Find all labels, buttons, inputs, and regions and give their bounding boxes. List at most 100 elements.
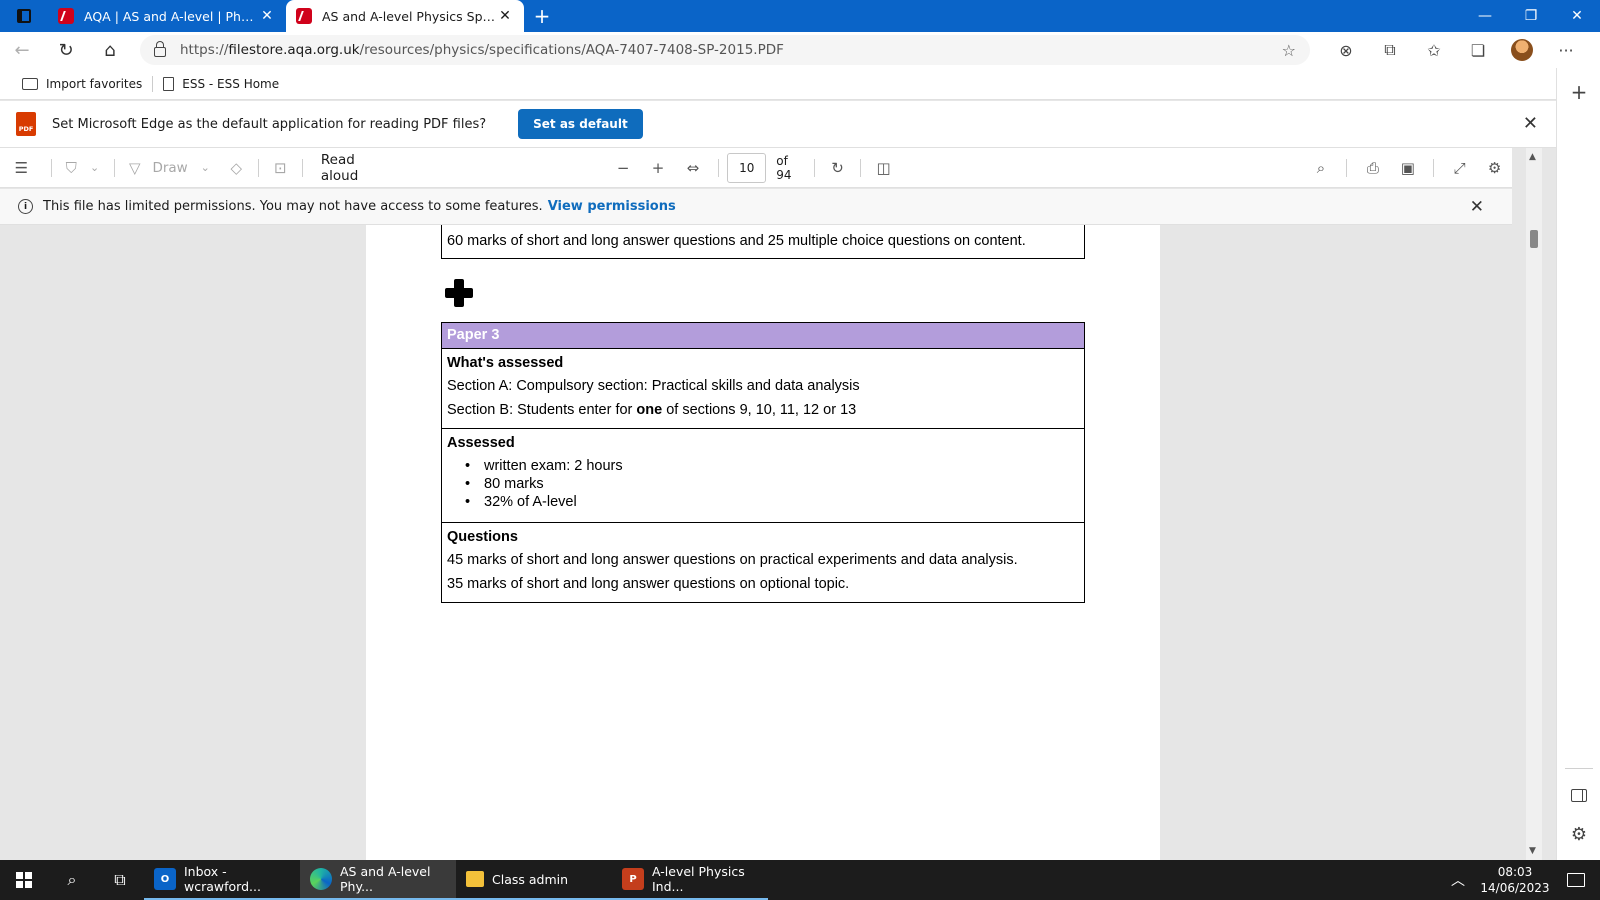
list-item: • written exam: 2 hours bbox=[465, 458, 623, 474]
refresh-button[interactable]: ↻ bbox=[44, 32, 88, 68]
chevron-down-icon: ⌄ bbox=[89, 161, 100, 174]
tab-close-icon[interactable]: ✕ bbox=[496, 8, 514, 24]
zoom-out-button[interactable]: − bbox=[606, 148, 641, 188]
back-button[interactable]: ← bbox=[0, 32, 44, 68]
read-aloud-button[interactable]: Read aloud bbox=[321, 152, 394, 184]
add-favorite-icon[interactable]: ☆ bbox=[1282, 41, 1296, 60]
save-icon: ▣ bbox=[1400, 158, 1415, 177]
minimize-button[interactable]: — bbox=[1462, 0, 1508, 32]
banner-close-icon[interactable]: ✕ bbox=[1523, 113, 1538, 134]
task-view-button[interactable]: ⧉ bbox=[96, 860, 144, 900]
save-button[interactable]: ▣ bbox=[1390, 148, 1425, 188]
set-as-default-button[interactable]: Set as default bbox=[518, 109, 643, 139]
section-b-line: Section B: Students enter for one of sec… bbox=[447, 402, 857, 418]
taskbar-app-label: Class admin bbox=[492, 871, 569, 887]
draw-label[interactable]: Draw bbox=[152, 160, 187, 176]
collections-icon[interactable]: ❏ bbox=[1456, 41, 1500, 60]
favorite-import[interactable]: Import favorites bbox=[12, 68, 152, 100]
bullet-icon: • bbox=[465, 494, 471, 510]
taskbar-app-explorer[interactable]: Class admin bbox=[456, 860, 612, 900]
page-number-input[interactable]: 10 bbox=[727, 152, 767, 183]
fullscreen-button[interactable]: ⤢ bbox=[1442, 148, 1477, 188]
draw-dropdown[interactable]: ⌄ bbox=[188, 148, 223, 188]
show-hidden-icons-chevron-icon[interactable]: ︿ bbox=[1438, 870, 1478, 890]
toolbar-divider bbox=[301, 158, 303, 177]
sidebar-settings-icon[interactable]: ⚙ bbox=[1557, 824, 1600, 845]
scroll-thumb[interactable] bbox=[1530, 230, 1538, 248]
restore-button[interactable]: ❐ bbox=[1508, 0, 1554, 32]
tab-actions-button[interactable] bbox=[0, 0, 48, 32]
notifications-button[interactable] bbox=[1552, 873, 1600, 887]
scroll-down-icon[interactable]: ▼ bbox=[1529, 846, 1536, 856]
tab-actions-icon bbox=[17, 9, 31, 23]
print-button[interactable]: ⎙ bbox=[1355, 148, 1390, 188]
extensions-icon[interactable]: ⧉ bbox=[1368, 40, 1412, 60]
rotate-button[interactable]: ↻ bbox=[823, 148, 852, 188]
windows-taskbar: ⌕ ⧉ O Inbox - wcrawford... AS and A-leve… bbox=[0, 860, 1600, 900]
list-icon: ☰ bbox=[14, 158, 29, 177]
toolbar-divider bbox=[860, 158, 862, 177]
find-button[interactable]: ⌕ bbox=[1304, 148, 1339, 188]
erase-button[interactable]: ◇ bbox=[223, 148, 250, 188]
section-heading: Questions bbox=[447, 529, 518, 545]
home-button[interactable]: ⌂ bbox=[88, 32, 132, 68]
new-tab-button[interactable]: + bbox=[524, 0, 560, 32]
questions-section: Questions 45 marks of short and long ans… bbox=[442, 523, 1084, 602]
close-window-button[interactable]: ✕ bbox=[1554, 0, 1600, 32]
clock-date: 14/06/2023 bbox=[1480, 881, 1550, 895]
favorite-ess-home[interactable]: ESS - ESS Home bbox=[153, 68, 289, 100]
whats-assessed-section: What's assessed Section A: Compulsory se… bbox=[442, 349, 1084, 429]
title-bar: AQA | AS and A-level | Physics | S ✕ AS … bbox=[0, 0, 1600, 32]
text-button[interactable]: ⊡ bbox=[267, 148, 294, 188]
plus-icon bbox=[445, 279, 473, 307]
lock-icon bbox=[154, 41, 166, 57]
profile-avatar[interactable] bbox=[1500, 39, 1544, 61]
taskbar-app-powerpoint[interactable]: P A-level Physics Ind... bbox=[612, 860, 768, 900]
minus-icon: − bbox=[616, 158, 630, 177]
permission-bar: i This file has limited permissions. You… bbox=[0, 189, 1512, 225]
clock[interactable]: 08:03 14/06/2023 bbox=[1478, 864, 1552, 896]
fit-to-width-button[interactable]: ⇔ bbox=[676, 148, 711, 188]
tab-physics-specification[interactable]: AS and A-level Physics Specificat ✕ bbox=[286, 0, 524, 32]
view-permissions-link[interactable]: View permissions bbox=[548, 199, 676, 214]
tab-aqa-physics[interactable]: AQA | AS and A-level | Physics | S ✕ bbox=[48, 0, 286, 32]
start-button[interactable] bbox=[0, 860, 48, 900]
favorites-bar: Import favorites ESS - ESS Home bbox=[0, 68, 1556, 100]
contents-button[interactable]: ☰ bbox=[0, 148, 43, 188]
aqa-favicon-icon bbox=[58, 8, 74, 24]
list-item: • 32% of A-level bbox=[465, 494, 577, 510]
tab-close-icon[interactable]: ✕ bbox=[258, 8, 276, 24]
back-arrow-icon: ← bbox=[14, 39, 30, 61]
taskbar-app-label: Inbox - wcrawford... bbox=[184, 864, 261, 894]
favorite-label: Import favorites bbox=[46, 76, 143, 91]
zoom-in-button[interactable]: + bbox=[641, 148, 676, 188]
taskbar-app-outlook[interactable]: O Inbox - wcrawford... bbox=[144, 860, 300, 900]
taskbar-app-label: A-level Physics Ind... bbox=[652, 864, 745, 894]
sidebar-add-icon[interactable]: + bbox=[1557, 80, 1600, 104]
home-icon: ⌂ bbox=[104, 39, 116, 61]
pdf-viewport[interactable]: 60 marks of short and long answer questi… bbox=[0, 225, 1526, 860]
taskbar-app-label: AS and A-level Phy... bbox=[340, 864, 431, 894]
taskbar-app-edge[interactable]: AS and A-level Phy... bbox=[300, 860, 456, 900]
draw-button[interactable]: ▽ bbox=[123, 148, 146, 188]
address-input[interactable]: https://filestore.aqa.org.uk/resources/p… bbox=[140, 35, 1310, 65]
search-button[interactable]: ⌕ bbox=[48, 860, 96, 900]
bullet-icon: • bbox=[465, 458, 471, 474]
page-view-button[interactable]: ◫ bbox=[869, 148, 898, 188]
tracking-prevention-icon[interactable]: ⊗ bbox=[1324, 41, 1368, 60]
permission-text: This file has limited permissions. You m… bbox=[43, 199, 543, 214]
highlight-button[interactable]: ⛉ bbox=[60, 148, 83, 188]
highlighter-icon: ⛉ bbox=[65, 158, 77, 177]
scroll-up-icon[interactable]: ▲ bbox=[1529, 152, 1536, 162]
more-menu-icon[interactable]: ··· bbox=[1544, 41, 1588, 60]
sidebar-panel-icon[interactable] bbox=[1571, 789, 1587, 802]
permission-close-icon[interactable]: ✕ bbox=[1470, 197, 1484, 217]
pdf-settings-button[interactable]: ⚙ bbox=[1477, 148, 1512, 188]
list-item: • 80 marks bbox=[465, 476, 544, 492]
previous-table-box: 60 marks of short and long answer questi… bbox=[441, 225, 1085, 259]
plus-icon: + bbox=[651, 158, 665, 177]
favorites-icon[interactable]: ✩ bbox=[1412, 41, 1456, 60]
vertical-scrollbar[interactable]: ▲ ▼ bbox=[1526, 148, 1542, 860]
highlight-dropdown[interactable]: ⌄ bbox=[83, 148, 106, 188]
avatar bbox=[1511, 39, 1533, 61]
